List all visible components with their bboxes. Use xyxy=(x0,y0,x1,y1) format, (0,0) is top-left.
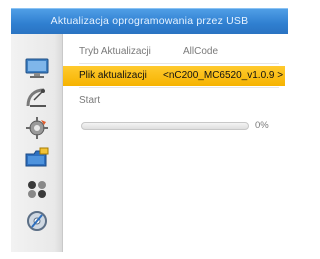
gear-icon[interactable] xyxy=(24,116,50,140)
update-file-value: <nC200_MC6520_v1.0.9 > xyxy=(163,70,284,81)
update-mode-row[interactable]: Tryb Aktualizacji AllCode xyxy=(63,42,285,62)
satellite-dish-icon[interactable] xyxy=(24,86,50,110)
start-label: Start xyxy=(79,95,101,106)
content-panel: Tryb Aktualizacji AllCode Plik aktualiza… xyxy=(63,34,288,252)
usb-folder-icon[interactable] xyxy=(24,146,50,170)
update-mode-label: Tryb Aktualizacji xyxy=(79,46,151,57)
title-bar: Aktualizacja oprogramowania przez USB xyxy=(11,8,288,34)
media-disc-icon[interactable] xyxy=(24,209,50,233)
divider xyxy=(79,87,279,88)
divider xyxy=(79,63,279,64)
progress-percent: 0% xyxy=(255,120,269,131)
progress-bar xyxy=(81,122,249,130)
sidebar-menu xyxy=(11,34,63,252)
monitor-icon[interactable] xyxy=(24,56,50,80)
usb-update-dialog: Aktualizacja oprogramowania przez USB Tr… xyxy=(11,8,288,252)
update-mode-value: AllCode xyxy=(183,46,219,57)
games-icon[interactable] xyxy=(24,177,50,201)
start-row[interactable]: Start xyxy=(63,91,285,111)
update-file-label: Plik aktualizacji xyxy=(79,70,147,81)
update-file-row[interactable]: Plik aktualizacji <nC200_MC6520_v1.0.9 > xyxy=(63,66,285,86)
dialog-title: Aktualizacja oprogramowania przez USB xyxy=(50,15,249,27)
